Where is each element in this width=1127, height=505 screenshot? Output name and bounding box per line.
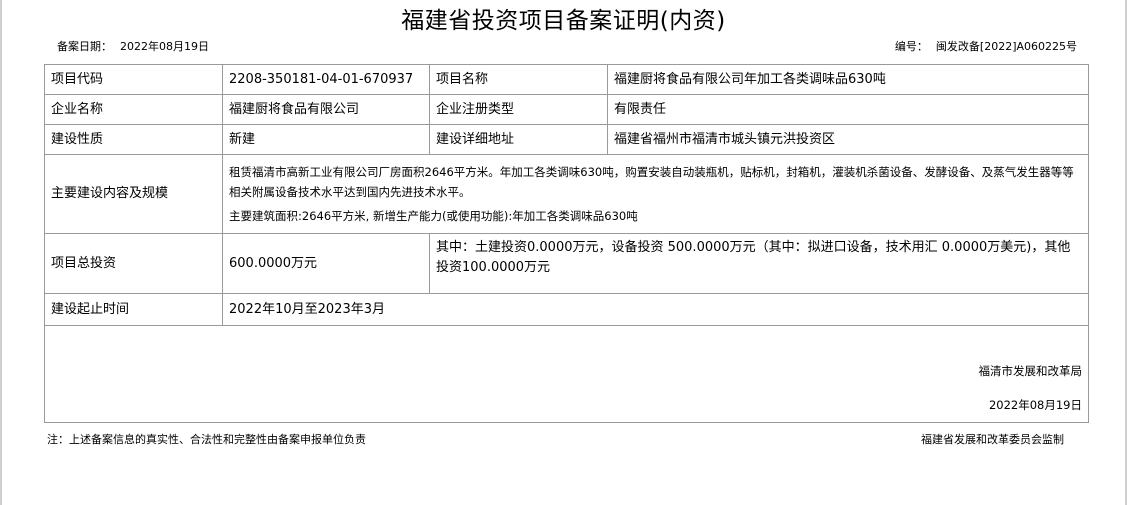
project-name-value: 福建厨将食品有限公司年加工各类调味品630吨 — [607, 64, 1089, 95]
record-date-label: 备案日期： — [57, 40, 112, 53]
investment-label: 项目总投资 — [44, 233, 223, 294]
project-name-label: 项目名称 — [429, 64, 608, 95]
reg-type-label: 企业注册类型 — [429, 94, 608, 125]
record-date: 备案日期： 2022年08月19日 — [57, 40, 209, 54]
document-title: 福建省投资项目备案证明(内资) — [401, 8, 726, 34]
record-date-value: 2022年08月19日 — [120, 40, 209, 53]
investment-detail: 其中：土建投资0.0000万元，设备投资 500.0000万元（其中：拟进口设备… — [429, 233, 1089, 294]
document-number: 编号： 闽发改备[2022]A060225号 — [895, 40, 1077, 54]
footer-note: 注：上述备案信息的真实性、合法性和完整性由备案申报单位负责 — [47, 433, 366, 446]
investment-value: 600.0000万元 — [222, 233, 430, 294]
company-name-value: 福建厨将食品有限公司 — [222, 94, 430, 125]
footer-supervisor: 福建省发展和改革委员会监制 — [921, 433, 1064, 446]
reg-type-value: 有限责任 — [607, 94, 1089, 125]
issuing-authority: 福清市发展和改革局 — [978, 364, 1083, 378]
signature-cell: 福清市发展和改革局 2022年08月19日 — [44, 325, 1089, 423]
table-row: 项目代码 2208-350181-04-01-670937 项目名称 福建厨将食… — [44, 64, 1089, 95]
table-row: 企业名称 福建厨将食品有限公司 企业注册类型 有限责任 — [44, 94, 1089, 125]
issue-date: 2022年08月19日 — [988, 398, 1082, 412]
scope-summary: 主要建筑面积:2646平方米, 新增生产能力(或使用功能):年加工各类调味品63… — [229, 209, 638, 223]
document-number-label: 编号： — [894, 40, 928, 53]
company-name-label: 企业名称 — [44, 94, 223, 125]
document-number-value: 闽发改备[2022]A060225号 — [935, 40, 1077, 53]
table-row: 建设性质 新建 建设详细地址 福建省福州市福清市城头镇元洪投资区 — [44, 124, 1089, 155]
scope-value: 租赁福清市高新工业有限公司厂房面积2646平方米。年加工各类调味630吨，购置安… — [222, 154, 1089, 234]
signature-row: 福清市发展和改革局 2022年08月19日 — [44, 325, 1089, 423]
nature-value: 新建 — [222, 124, 430, 155]
project-code-value: 2208-350181-04-01-670937 — [222, 64, 430, 95]
period-label: 建设起止时间 — [44, 293, 223, 326]
table-row: 项目总投资 600.0000万元 其中：土建投资0.0000万元，设备投资 50… — [44, 233, 1089, 294]
scope-description: 租赁福清市高新工业有限公司厂房面积2646平方米。年加工各类调味630吨，购置安… — [229, 165, 1074, 199]
table-row: 主要建设内容及规模 租赁福清市高新工业有限公司厂房面积2646平方米。年加工各类… — [44, 154, 1089, 234]
scope-label: 主要建设内容及规模 — [44, 154, 223, 234]
address-value: 福建省福州市福清市城头镇元洪投资区 — [607, 124, 1089, 155]
filing-table: 项目代码 2208-350181-04-01-670937 项目名称 福建厨将食… — [44, 64, 1089, 423]
address-label: 建设详细地址 — [429, 124, 608, 155]
page-left-edge — [0, 0, 2, 505]
project-code-label: 项目代码 — [44, 64, 223, 95]
table-row: 建设起止时间 2022年10月至2023年3月 — [44, 293, 1089, 326]
period-value: 2022年10月至2023年3月 — [222, 293, 1089, 326]
nature-label: 建设性质 — [44, 124, 223, 155]
